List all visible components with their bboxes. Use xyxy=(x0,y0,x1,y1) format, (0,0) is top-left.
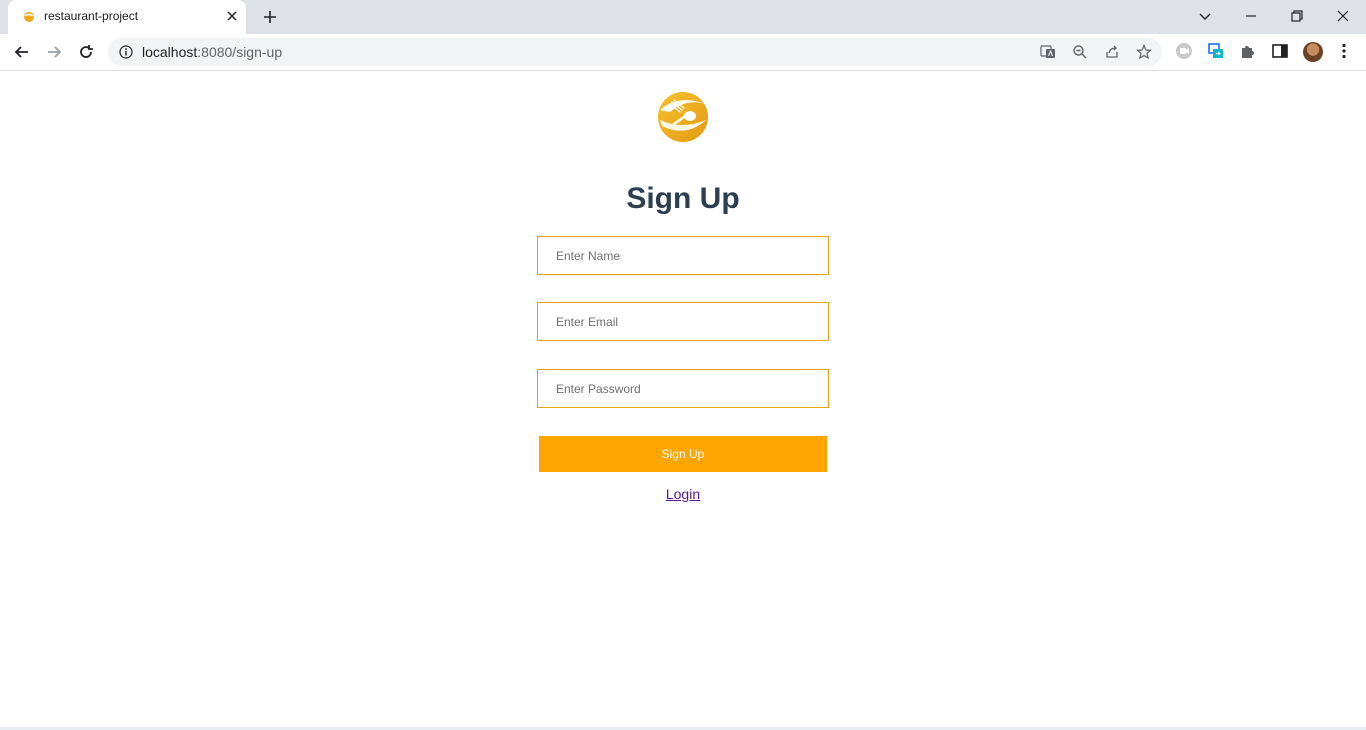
url-text[interactable]: localhost:8080/sign-up xyxy=(142,44,282,60)
browser-tab[interactable]: restaurant-project xyxy=(8,0,246,34)
page-title: Sign Up xyxy=(626,182,740,215)
translate-icon[interactable] xyxy=(1040,44,1056,60)
close-tab-icon[interactable] xyxy=(224,8,240,24)
side-panel-icon[interactable] xyxy=(1271,42,1289,60)
sign-up-button[interactable]: Sign Up xyxy=(539,436,827,472)
share-icon[interactable] xyxy=(1104,44,1120,60)
restaurant-logo-icon xyxy=(658,92,708,142)
site-info-icon[interactable] xyxy=(119,45,133,59)
name-input[interactable] xyxy=(537,236,829,275)
profile-avatar[interactable] xyxy=(1303,42,1323,62)
login-link[interactable]: Login xyxy=(666,486,700,502)
back-icon[interactable] xyxy=(12,42,32,62)
browser-toolbar: localhost:8080/sign-up xyxy=(0,34,1366,71)
restaurant-logo-icon xyxy=(24,12,34,22)
bookmark-star-icon[interactable] xyxy=(1136,44,1152,60)
login-link-wrapper: Login xyxy=(0,486,1366,502)
page-content: Sign Up Sign Up Login xyxy=(0,71,1366,730)
close-window-icon[interactable] xyxy=(1333,6,1353,26)
zoom-out-icon[interactable] xyxy=(1072,44,1088,60)
email-input[interactable] xyxy=(537,302,829,341)
record-extension-icon[interactable] xyxy=(1175,42,1193,60)
reload-icon[interactable] xyxy=(76,42,96,62)
restore-icon[interactable] xyxy=(1287,6,1307,26)
tab-title: restaurant-project xyxy=(44,9,139,23)
screen-share-extension-icon[interactable] xyxy=(1207,42,1225,60)
password-input[interactable] xyxy=(537,369,829,408)
minimize-icon[interactable] xyxy=(1241,6,1261,26)
extensions-puzzle-icon[interactable] xyxy=(1239,42,1257,60)
menu-kebab-icon[interactable] xyxy=(1335,42,1353,60)
address-bar[interactable]: localhost:8080/sign-up xyxy=(108,38,1162,66)
new-tab-icon[interactable] xyxy=(261,8,279,26)
forward-icon[interactable] xyxy=(44,42,64,62)
tab-search-icon[interactable] xyxy=(1195,6,1215,26)
tab-strip: restaurant-project xyxy=(0,0,1366,34)
